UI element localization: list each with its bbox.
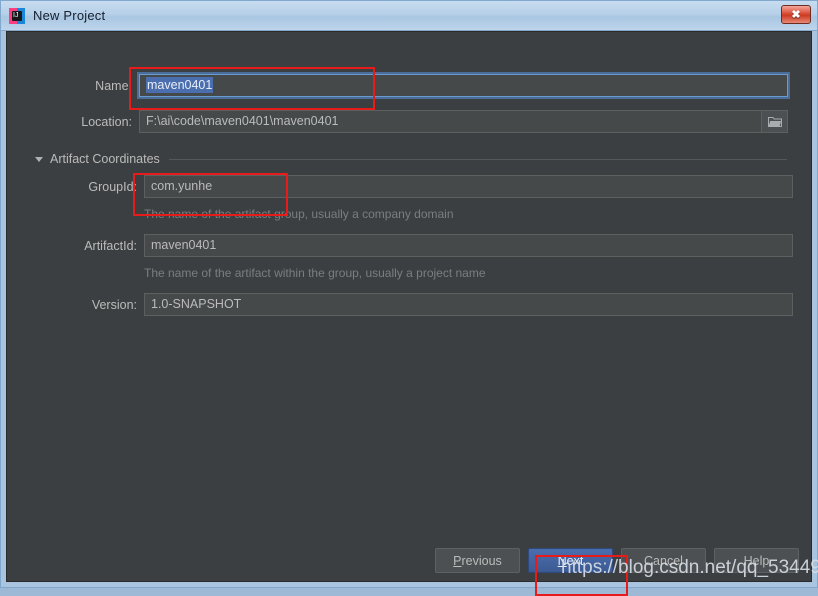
close-icon[interactable]: ✖: [781, 5, 811, 24]
separator: [168, 158, 787, 160]
window-title: New Project: [33, 8, 106, 23]
previous-button-mnemonic: P: [453, 553, 462, 568]
name-label: Name:: [95, 78, 132, 93]
cancel-button[interactable]: Cancel: [621, 548, 706, 573]
location-row: Location: F:\ai\code\maven0401\maven0401: [32, 110, 788, 133]
previous-button-label: revious: [461, 553, 502, 568]
next-button[interactable]: Next: [528, 548, 613, 573]
artifactid-row: ArtifactId: maven0401: [64, 234, 793, 257]
title-bar[interactable]: IJ New Project ✖: [1, 1, 817, 31]
artifact-coordinates-group-header[interactable]: Artifact Coordinates: [35, 152, 787, 166]
next-button-mnemonic: N: [557, 553, 567, 568]
chevron-down-icon[interactable]: [35, 156, 43, 162]
groupid-row: GroupId: com.yunhe: [67, 175, 793, 198]
artifactid-helper-text: The name of the artifact within the grou…: [144, 266, 486, 280]
groupid-label: GroupId:: [88, 179, 137, 194]
name-row: Name: maven0401: [32, 72, 790, 99]
next-button-label: ext: [566, 553, 584, 568]
intellij-idea-icon: IJ: [9, 7, 25, 24]
groupid-helper-text: The name of the artifact group, usually …: [144, 207, 454, 221]
location-label: Location:: [81, 114, 132, 129]
version-label: Version:: [91, 297, 137, 312]
version-input[interactable]: 1.0-SNAPSHOT: [144, 293, 793, 316]
window-controls: ✖: [781, 5, 811, 24]
previous-button[interactable]: Previous: [435, 548, 520, 573]
help-button[interactable]: Help: [714, 548, 799, 573]
name-input-value: maven0401: [146, 77, 214, 93]
location-input[interactable]: F:\ai\code\maven0401\maven0401: [139, 110, 761, 133]
groupid-input[interactable]: com.yunhe: [144, 175, 793, 198]
dialog-button-bar: Previous Next Cancel Help: [435, 548, 799, 573]
artifactid-label: ArtifactId:: [84, 238, 137, 253]
artifactid-input[interactable]: maven0401: [144, 234, 793, 257]
version-row: Version: 1.0-SNAPSHOT: [67, 293, 793, 316]
dialog-content: Name: maven0401 Location: F:\ai\code\mav…: [6, 31, 812, 596]
artifact-coordinates-title: Artifact Coordinates: [50, 152, 160, 166]
folder-icon[interactable]: [761, 110, 788, 133]
name-input[interactable]: maven0401: [137, 72, 790, 99]
new-project-dialog-window: IJ New Project ✖ Name: maven0401 Locatio…: [0, 0, 818, 596]
